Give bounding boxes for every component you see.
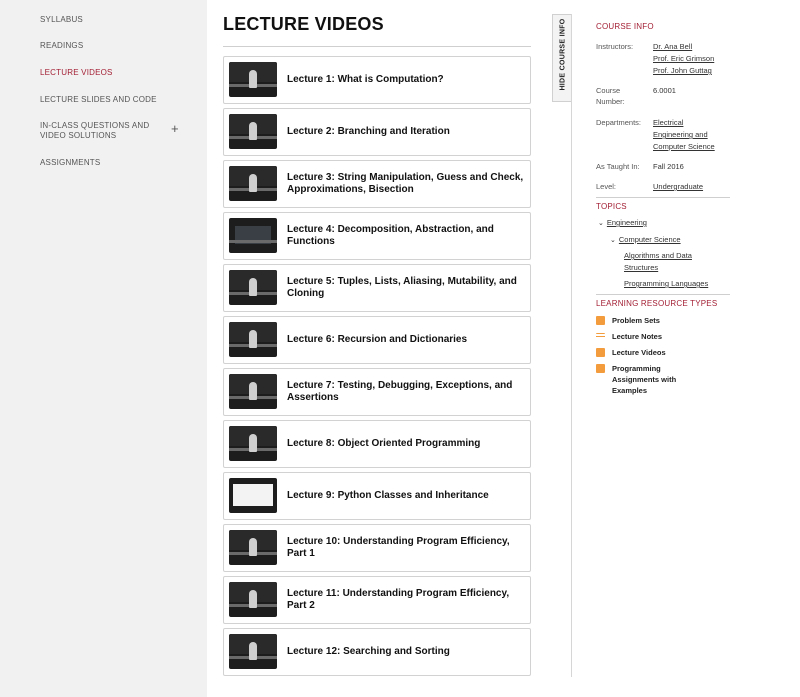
video-thumbnail — [229, 62, 277, 97]
lecture-title: Lecture 7: Testing, Debugging, Exception… — [287, 380, 513, 403]
instructors-label: Instructors: — [596, 42, 634, 51]
video-thumbnail — [229, 426, 277, 461]
hide-course-info-button[interactable]: HIDE COURSE INFO — [552, 14, 572, 102]
level-link[interactable]: Undergraduate — [653, 181, 731, 193]
video-thumbnail — [229, 478, 277, 513]
lecture-card[interactable]: Lecture 1: What is Computation? — [223, 56, 531, 104]
video-thumbnail — [229, 270, 277, 305]
chevron-down-icon: ⌄ — [610, 237, 616, 244]
instructor-link[interactable]: Prof. Eric Grimson — [653, 54, 714, 63]
video-thumbnail — [229, 374, 277, 409]
lecture-card[interactable]: Lecture 8: Object Oriented Programming — [223, 420, 531, 468]
topic-engineering[interactable]: ⌄ Engineering — [598, 217, 647, 230]
lecture-card[interactable]: Lecture 2: Branching and Iteration — [223, 108, 531, 156]
lecture-title: Lecture 5: Tuples, Lists, Aliasing, Muta… — [287, 276, 517, 299]
lecture-card[interactable]: Lecture 4: Decomposition, Abstraction, a… — [223, 212, 531, 260]
lecture-card[interactable]: Lecture 3: String Manipulation, Guess an… — [223, 160, 531, 208]
lecture-videos-icon — [596, 348, 605, 357]
lecture-title: Lecture 3: String Manipulation, Guess an… — [287, 172, 524, 195]
learning-resource-types-heading: LEARNING RESOURCE TYPES — [596, 299, 718, 308]
info-panel-divider — [571, 14, 572, 677]
sidebar-item-assignments[interactable]: ASSIGNMENTS — [40, 158, 180, 168]
lecture-title: Lecture 12: Searching and Sorting — [287, 646, 450, 657]
sidebar-item-in-class-questions[interactable]: IN-CLASS QUESTIONS AND VIDEO SOLUTIONS — [40, 121, 168, 141]
lecture-title: Lecture 4: Decomposition, Abstraction, a… — [287, 224, 494, 247]
problem-sets-icon — [596, 316, 605, 325]
sidebar-item-syllabus[interactable]: SYLLABUS — [40, 15, 180, 25]
sidebar-item-lecture-videos[interactable]: LECTURE VIDEOS — [40, 68, 180, 78]
page-title: LECTURE VIDEOS — [223, 14, 384, 34]
lecture-title: Lecture 6: Recursion and Dictionaries — [287, 334, 468, 345]
chevron-down-icon: ⌄ — [598, 220, 604, 227]
departments-label: Departments: — [596, 118, 642, 127]
lecture-title: Lecture 8: Object Oriented Programming — [287, 438, 481, 449]
lecture-card[interactable]: Lecture 10: Understanding Program Effici… — [223, 524, 531, 572]
lecture-card[interactable]: Lecture 6: Recursion and Dictionaries — [223, 316, 531, 364]
lecture-card[interactable]: Lecture 9: Python Classes and Inheritanc… — [223, 472, 531, 520]
lecture-card[interactable]: Lecture 11: Understanding Program Effici… — [223, 576, 531, 624]
sidebar-nav: SYLLABUS READINGS LECTURE VIDEOS LECTURE… — [0, 0, 207, 697]
taught-label: As Taught In: — [596, 162, 640, 171]
lecture-title: Lecture 1: What is Computation? — [287, 74, 444, 85]
course-info-heading: COURSE INFO — [596, 22, 654, 31]
video-thumbnail — [229, 322, 277, 357]
video-thumbnail — [229, 218, 277, 253]
topics-heading: TOPICS — [596, 202, 627, 211]
video-thumbnail — [229, 582, 277, 617]
hide-course-info-label: HIDE COURSE INFO — [559, 18, 567, 91]
lecture-card[interactable]: Lecture 7: Testing, Debugging, Exception… — [223, 368, 531, 416]
course-number-value: 6.0001 — [653, 86, 676, 95]
lecture-notes-icon — [596, 333, 605, 339]
instructor-link[interactable]: Dr. Ana Bell — [653, 42, 692, 51]
sidebar-item-lecture-slides[interactable]: LECTURE SLIDES AND CODE — [40, 95, 180, 105]
divider — [596, 197, 730, 198]
topic-computer-science[interactable]: ⌄ Computer Science — [610, 234, 681, 247]
title-divider — [223, 46, 531, 47]
taught-value: Fall 2016 — [653, 162, 684, 171]
topic-programming-languages[interactable]: Programming Languages — [624, 278, 708, 290]
lecture-title: Lecture 9: Python Classes and Inheritanc… — [287, 490, 489, 501]
video-thumbnail — [229, 166, 277, 201]
sidebar-item-readings[interactable]: READINGS — [40, 41, 180, 51]
instructor-link[interactable]: Prof. John Guttag — [653, 66, 712, 75]
lecture-title: Lecture 11: Understanding Program Effici… — [287, 588, 510, 611]
departments-link[interactable]: Electrical Engineering and Computer Scie… — [653, 117, 731, 153]
topic-algorithms[interactable]: Algorithms and Data Structures — [624, 250, 724, 274]
video-thumbnail — [229, 530, 277, 565]
video-thumbnail — [229, 634, 277, 669]
video-thumbnail — [229, 114, 277, 149]
level-label: Level: — [596, 182, 617, 191]
lecture-title: Lecture 2: Branching and Iteration — [287, 126, 450, 137]
divider — [596, 294, 730, 295]
instructors-list: Dr. Ana Bell Prof. Eric Grimson Prof. Jo… — [653, 41, 731, 77]
checkbox-icon — [596, 364, 605, 373]
lecture-card[interactable]: Lecture 12: Searching and Sorting — [223, 628, 531, 676]
lecture-card[interactable]: Lecture 5: Tuples, Lists, Aliasing, Muta… — [223, 264, 531, 312]
lecture-title: Lecture 10: Understanding Program Effici… — [287, 536, 510, 559]
course-number-label: Course Number: — [596, 86, 625, 106]
expand-plus-icon[interactable]: + — [171, 122, 179, 135]
